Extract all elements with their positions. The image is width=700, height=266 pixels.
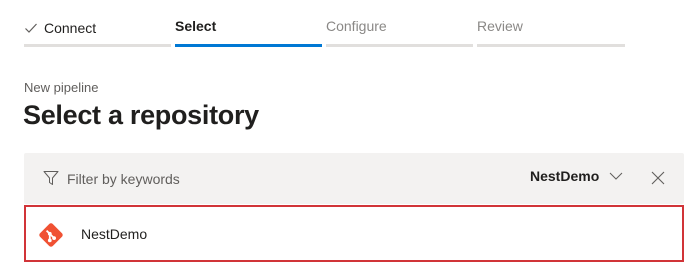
- repository-list-item[interactable]: NestDemo: [24, 205, 684, 262]
- step-review-bar: [477, 44, 625, 47]
- wizard-stepper: Connect Select Configure Review: [0, 0, 700, 50]
- repository-dropdown-label: NestDemo: [530, 168, 600, 184]
- step-connect-bar: [24, 44, 171, 47]
- git-icon: [39, 223, 63, 247]
- step-connect-label: Connect: [44, 20, 97, 36]
- page-subtitle: New pipeline: [24, 80, 99, 95]
- close-icon[interactable]: [650, 170, 666, 186]
- step-select-bar: [175, 44, 322, 47]
- page-title: Select a repository: [23, 100, 259, 130]
- filter-icon: [43, 171, 59, 185]
- check-icon: [25, 23, 37, 33]
- repository-name: NestDemo: [81, 226, 148, 242]
- filter-bar: NestDemo: [24, 153, 684, 204]
- repository-dropdown[interactable]: NestDemo: [530, 168, 623, 184]
- filter-keywords-input[interactable]: [67, 168, 447, 190]
- step-configure-label: Configure: [326, 18, 387, 34]
- step-select-label: Select: [175, 18, 217, 34]
- chevron-down-icon: [609, 172, 623, 180]
- step-configure-bar: [326, 44, 473, 47]
- step-review-label: Review: [477, 18, 523, 34]
